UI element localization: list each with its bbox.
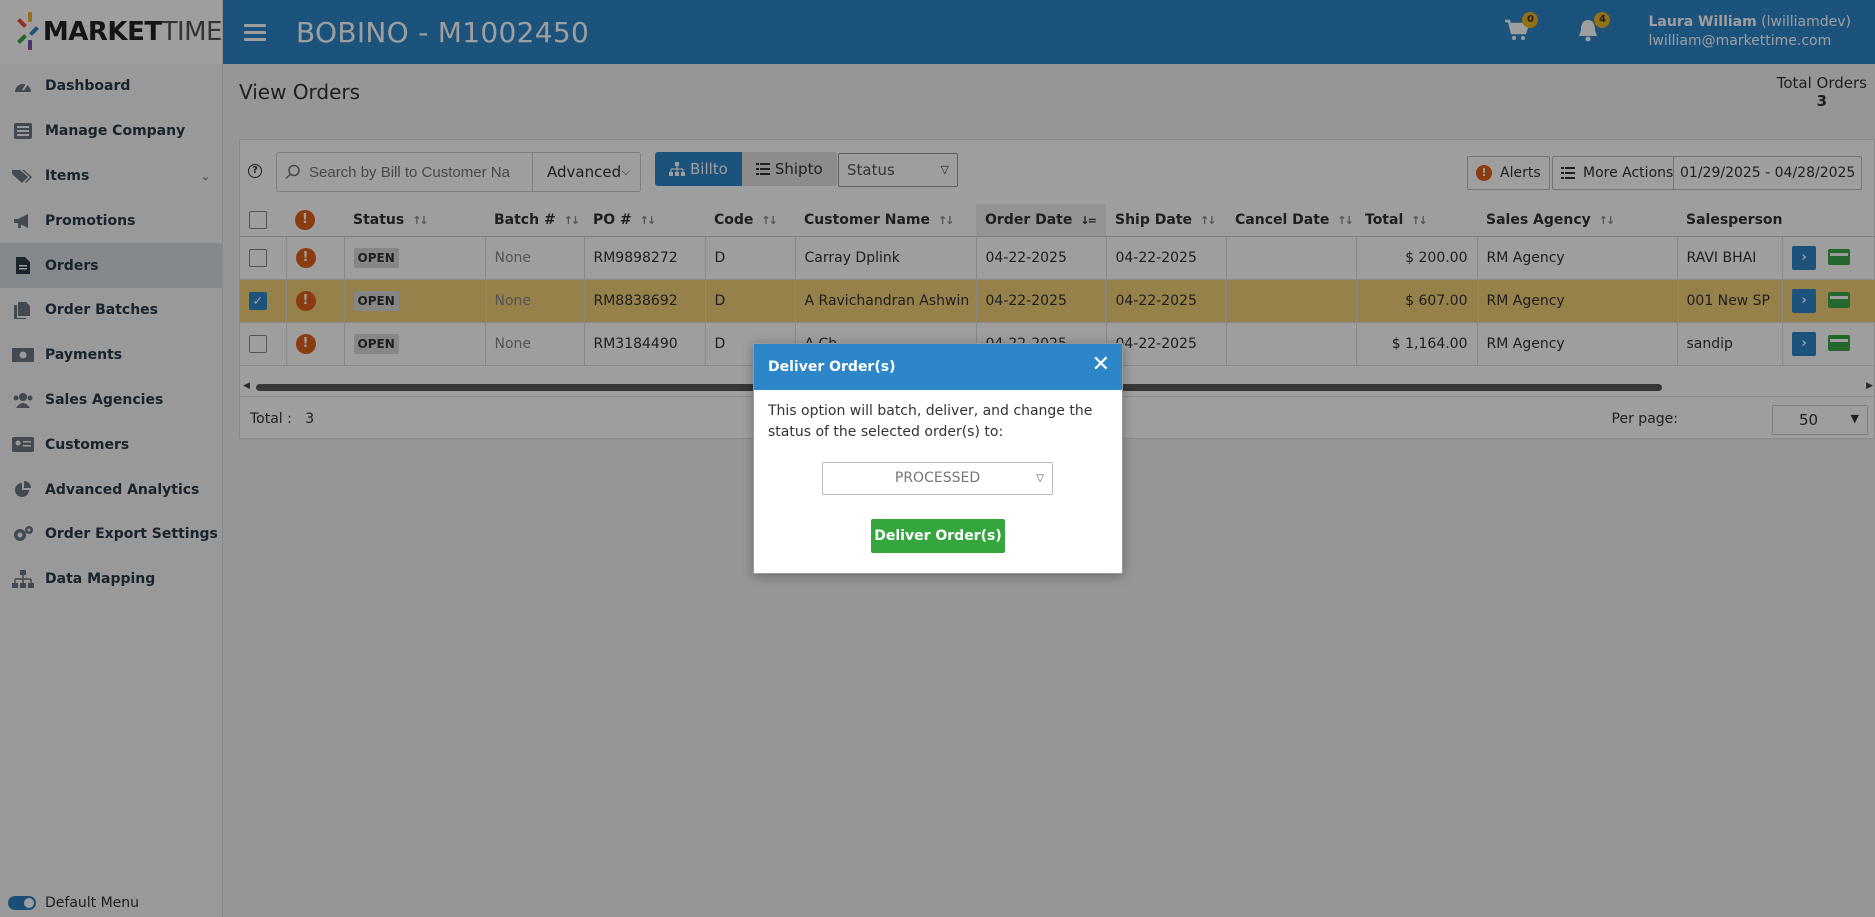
deliver-orders-dialog: Deliver Order(s) ✕ This option will batc…	[753, 343, 1123, 574]
status-select-value: PROCESSED	[894, 470, 981, 486]
dialog-message: This option will batch, deliver, and cha…	[768, 403, 1093, 440]
close-icon[interactable]: ✕	[1092, 354, 1110, 376]
dialog-header: Deliver Order(s) ✕	[754, 344, 1122, 390]
dropdown-triangle-icon: ▽	[1036, 473, 1044, 484]
dialog-title: Deliver Order(s)	[768, 359, 896, 375]
status-select[interactable]: PROCESSED ▽	[822, 462, 1053, 495]
deliver-orders-button[interactable]: Deliver Order(s)	[871, 519, 1005, 553]
